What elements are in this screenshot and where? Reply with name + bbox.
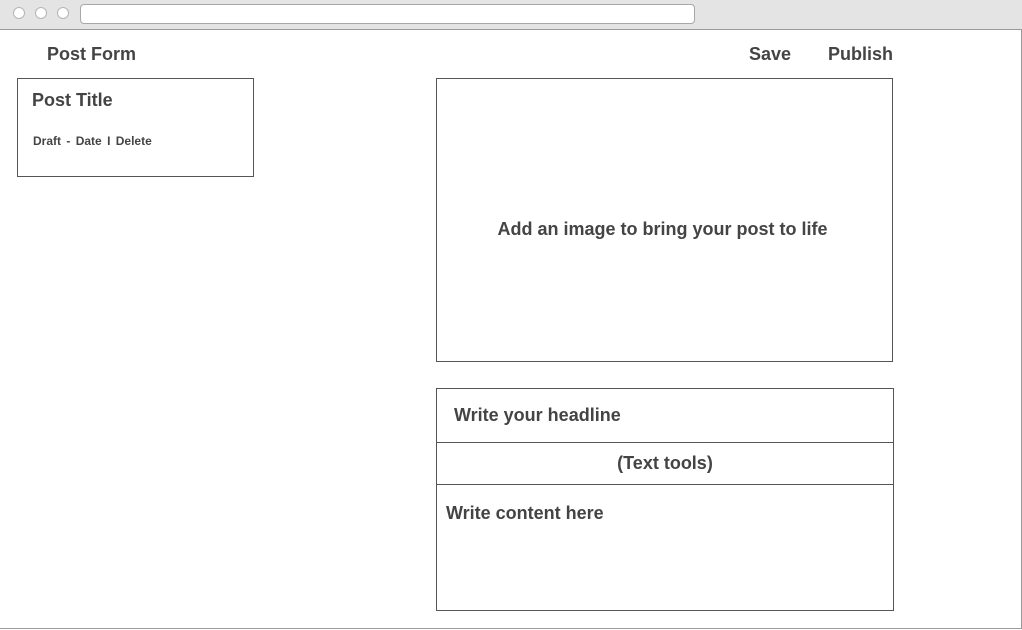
text-tools-toolbar[interactable]: (Text tools) <box>437 443 893 485</box>
post-status: Draft <box>33 134 62 148</box>
window-close-button[interactable] <box>13 7 25 19</box>
publish-button[interactable]: Publish <box>828 44 893 64</box>
post-date: Date <box>75 134 102 148</box>
image-upload-dropzone[interactable]: Add an image to bring your post to life <box>436 78 893 362</box>
page-title: Post Form <box>47 44 137 64</box>
image-upload-prompt: Add an image to bring your post to life <box>497 219 828 239</box>
post-editor: Write your headline (Text tools) Write c… <box>436 388 894 611</box>
headline-input[interactable]: Write your headline <box>437 389 893 443</box>
delete-link[interactable]: Delete <box>116 134 152 148</box>
address-bar[interactable] <box>80 4 695 24</box>
post-card-title: Post Title <box>32 90 113 110</box>
content-textarea[interactable]: Write content here <box>437 485 893 610</box>
save-button[interactable]: Save <box>749 44 791 64</box>
window-minimize-button[interactable] <box>35 7 47 19</box>
post-card[interactable]: Post Title Draft - Date I Delete <box>17 78 254 177</box>
window-maximize-button[interactable] <box>57 7 69 19</box>
action-separator: I <box>107 134 111 148</box>
browser-chrome <box>0 0 1022 30</box>
post-card-meta: Draft - Date I Delete <box>33 134 152 148</box>
status-separator: - <box>66 134 71 148</box>
